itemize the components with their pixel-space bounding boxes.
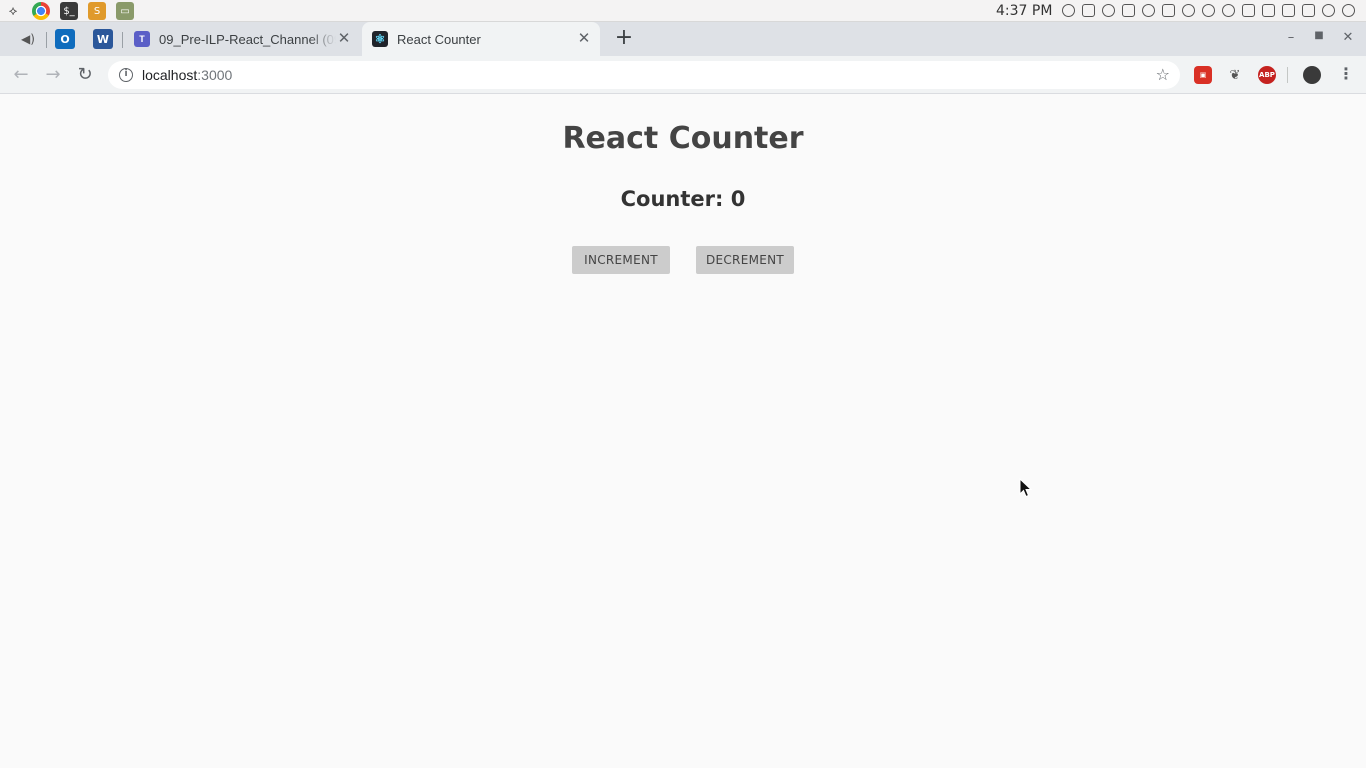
toolbar-separator [1287, 67, 1288, 83]
new-tab-button[interactable]: + [612, 27, 636, 51]
browser-tab-strip: ◀) O W T 09_Pre-ILP-React_Channel (09 ✕ … [0, 22, 1366, 56]
mouse-cursor-icon [1019, 478, 1033, 498]
decrement-button[interactable]: DECREMENT [696, 246, 794, 274]
page-title: React Counter [562, 121, 804, 156]
lightbulb-icon[interactable] [1222, 4, 1235, 17]
maximize-window-icon[interactable]: ■ [1311, 30, 1327, 41]
bookmark-star-icon[interactable]: ☆ [1156, 65, 1170, 84]
back-button[interactable]: ← [10, 64, 32, 86]
app-menu-icon[interactable]: ⟡ [4, 2, 22, 20]
volume-icon[interactable] [1322, 4, 1335, 17]
extension-red-icon[interactable]: ▣ [1194, 66, 1212, 84]
close-tab-icon[interactable]: ✕ [336, 31, 352, 47]
lock-icon[interactable] [1282, 4, 1295, 17]
adblock-plus-icon[interactable]: ABP [1258, 66, 1276, 84]
browser-toolbar: ← → ↻ i localhost:3000 ☆ ▣ ❦ ABP ⋮ [0, 56, 1366, 94]
outlook-pinned-tab-icon[interactable]: O [55, 29, 75, 49]
minimize-window-icon[interactable]: – [1283, 30, 1299, 45]
os-top-panel: ⟡ $_ S ▭ 4:37 PM [0, 0, 1366, 22]
notification-icon[interactable] [1062, 4, 1075, 17]
close-tab-icon[interactable]: ✕ [576, 31, 592, 47]
tab-react-counter[interactable]: ⚛ React Counter ✕ [362, 22, 600, 56]
power-icon[interactable] [1342, 4, 1355, 17]
reload-button[interactable]: ↻ [74, 64, 96, 86]
keyboard-icon[interactable] [1242, 4, 1255, 17]
react-icon: ⚛ [372, 31, 388, 47]
url-host: localhost [142, 67, 198, 83]
files-launcher-icon[interactable]: ▭ [116, 2, 134, 20]
dropbox-icon[interactable] [1082, 4, 1095, 17]
clock-icon[interactable] [1102, 4, 1115, 17]
profile-avatar[interactable] [1303, 66, 1321, 84]
tab-title: 09_Pre-ILP-React_Channel (09 [159, 31, 336, 47]
close-window-icon[interactable]: ✕ [1340, 30, 1356, 45]
tab-title: React Counter [397, 31, 481, 47]
clipboard-icon[interactable] [1262, 4, 1275, 17]
increment-button[interactable]: INCREMENT [572, 246, 670, 274]
mute-tab-icon[interactable]: ◀) [18, 29, 38, 49]
teams-icon: T [134, 31, 150, 47]
word-pinned-tab-icon[interactable]: W [93, 29, 113, 49]
tab-teams-channel[interactable]: T 09_Pre-ILP-React_Channel (09 ✕ [124, 22, 360, 56]
download-icon[interactable] [1202, 4, 1215, 17]
chrome-menu-icon[interactable]: ⋮ [1338, 64, 1354, 84]
os-launcher-bar: ⟡ $_ S ▭ [4, 2, 134, 20]
counter-display: Counter: 0 [620, 187, 746, 211]
notes-icon[interactable] [1302, 4, 1315, 17]
system-tray [1062, 4, 1355, 17]
terminal-launcher-icon[interactable]: $_ [60, 2, 78, 20]
cloud-icon[interactable] [1182, 4, 1195, 17]
tab-separator [46, 32, 47, 48]
tab-separator [122, 32, 123, 48]
wifi-icon[interactable] [1142, 4, 1155, 17]
system-clock[interactable]: 4:37 PM [996, 3, 1052, 19]
site-info-icon[interactable]: i [119, 68, 133, 82]
url-text[interactable]: localhost:3000 [142, 67, 232, 83]
adblock-label: ABP [1259, 71, 1275, 79]
battery-icon[interactable] [1162, 4, 1175, 17]
chrome-launcher-icon[interactable] [32, 2, 50, 20]
bluetooth-icon[interactable] [1122, 4, 1135, 17]
url-port: :3000 [197, 67, 233, 83]
sublime-launcher-icon[interactable]: S [88, 2, 106, 20]
forward-button[interactable]: → [42, 64, 64, 86]
page-content: React Counter Counter: 0 INCREMENT DECRE… [0, 95, 1366, 768]
address-bar[interactable]: i localhost:3000 ☆ [108, 61, 1180, 89]
extension-leaf-icon[interactable]: ❦ [1226, 66, 1244, 84]
